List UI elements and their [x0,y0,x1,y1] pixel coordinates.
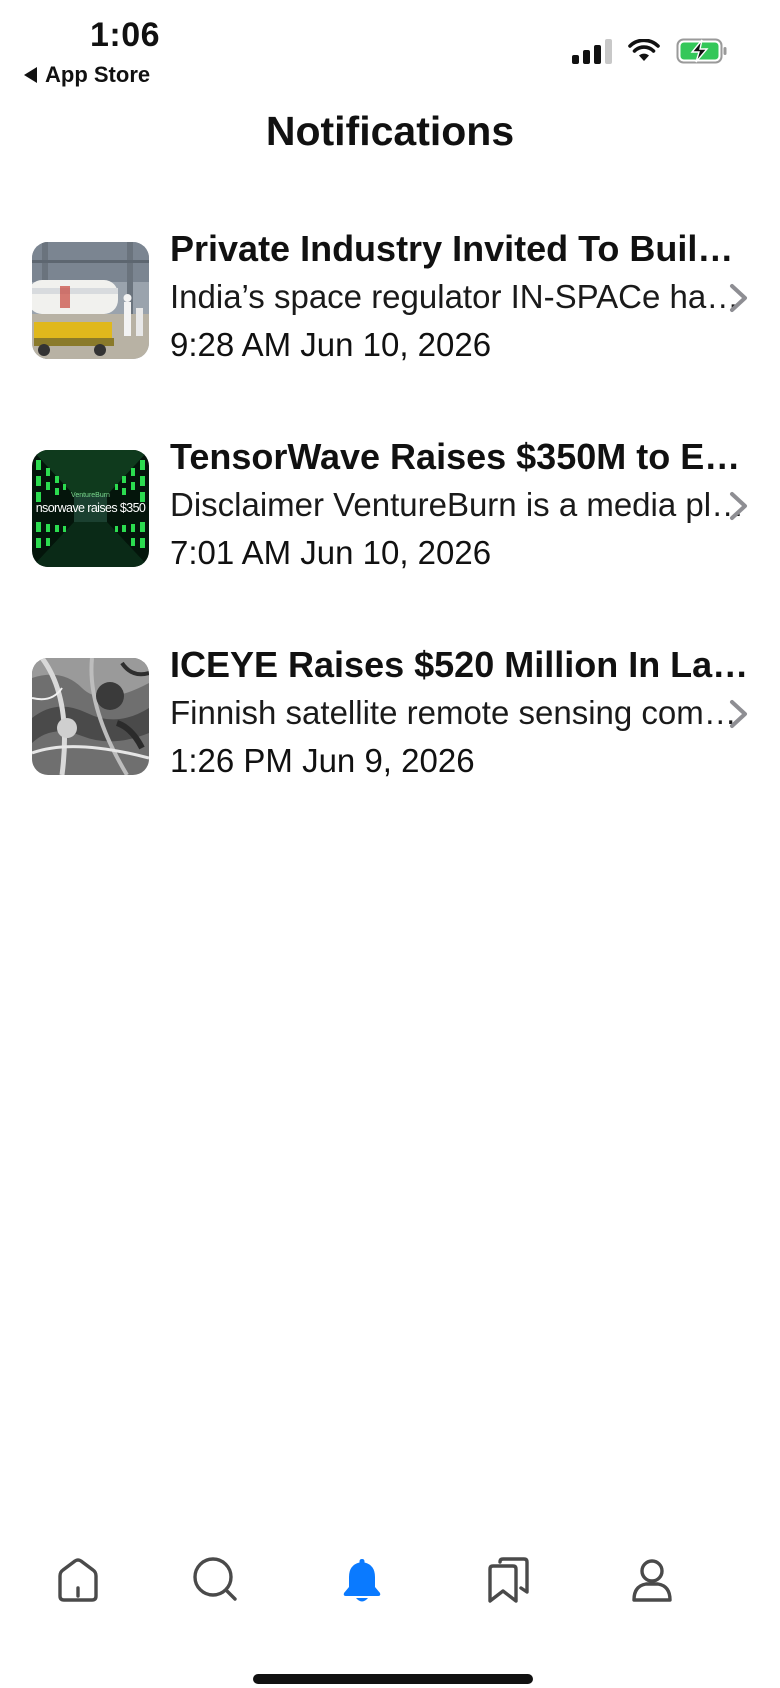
back-to-app-store-link[interactable]: App Store [24,62,150,88]
server-tunnel-thumbnail: VentureBurn nsorwave raises $350 [32,450,149,567]
status-time: 1:06 [90,16,161,54]
battery-charging-icon [676,38,727,64]
home-indicator[interactable] [253,1674,533,1684]
chevron-right-icon [730,492,747,520]
bottom-tab-bar [0,1540,780,1630]
notification-excerpt: Disclaimer VentureBurn is a media pl… [170,486,745,523]
page-title: Notifications [265,108,515,154]
profile-icon [632,1559,672,1602]
tab-profile[interactable] [622,1550,682,1610]
bell-icon [343,1559,381,1602]
chevron-right-icon [730,700,747,728]
notification-item[interactable]: ICEYE Raises $520 Million In La… Finnish… [0,641,780,791]
tab-notifications[interactable] [332,1550,392,1610]
notification-title: Private Industry Invited To Build… [170,228,750,269]
status-icons [572,38,728,64]
notification-date: 1:26 PM Jun 9, 2026 [170,742,475,779]
notification-excerpt: India’s space regulator IN-SPACe ha… [170,278,740,315]
notification-title: ICEYE Raises $520 Million In La… [170,644,749,685]
notification-item[interactable]: VentureBurn nsorwave raises $350 TensorW… [0,433,780,583]
notification-date: 7:01 AM Jun 10, 2026 [170,534,492,571]
bookmarks-icon [488,1557,529,1603]
notification-item[interactable]: Private Industry Invited To Build… India… [0,225,780,375]
notification-text: TensorWave Raises $350M to E… Disclaimer… [170,433,750,577]
notification-title: TensorWave Raises $350M to E… [170,436,741,477]
notification-text: ICEYE Raises $520 Million In La… Finnish… [170,641,750,785]
status-bar: 1:06 App Store [0,0,780,96]
notification-date: 9:28 AM Jun 10, 2026 [170,326,492,363]
wifi-icon [628,39,660,61]
tab-home[interactable] [48,1550,108,1610]
back-triangle-icon [24,67,37,83]
tab-bookmarks[interactable] [478,1550,538,1610]
rocket-assembly-thumbnail [32,242,149,359]
chevron-right-icon [730,284,747,312]
svg-text:VentureBurn: VentureBurn [71,492,110,499]
cellular-signal-icon [572,38,612,64]
svg-text:nsorwave raises $350: nsorwave raises $350 [36,501,146,515]
search-icon [193,1557,237,1601]
home-icon [58,1558,98,1602]
notification-text: Private Industry Invited To Build… India… [170,225,750,369]
notification-excerpt: Finnish satellite remote sensing com… [170,694,737,731]
back-link-label: App Store [45,62,151,87]
satellite-radar-thumbnail [32,658,149,775]
tab-search[interactable] [186,1550,246,1610]
